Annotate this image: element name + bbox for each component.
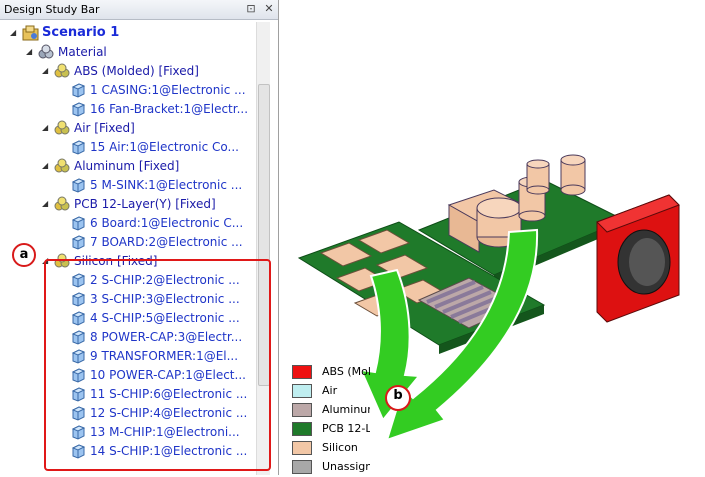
design-study-bar-panel: Design Study Bar ⊡ ✕ ◢ Scenario 1 ◢ Materia… <box>0 0 279 475</box>
pin-icon[interactable]: ⊡ <box>244 2 258 16</box>
material-atoms-icon <box>38 44 54 60</box>
tree-item-label: Material <box>58 45 107 59</box>
material-group-icon <box>54 196 70 212</box>
legend-label: Unassigned <box>322 460 370 473</box>
panel-title: Design Study Bar <box>4 3 100 16</box>
legend-swatch <box>292 384 312 398</box>
tree-item-label: Scenario 1 <box>42 25 120 40</box>
tree-item-label: 16 Fan-Bracket:1@Electr... <box>90 102 249 116</box>
callout-a: a <box>12 243 36 267</box>
collapse-triangle-icon[interactable]: ◢ <box>42 195 52 213</box>
scenario-folder-icon <box>22 25 39 41</box>
part-cube-icon <box>70 234 86 250</box>
tree-item-label: 5 M-SINK:1@Electronic ... <box>90 178 243 192</box>
legend-label: ABS (Molded) <box>322 365 370 378</box>
tree-item-material-group[interactable]: ◢ ABS (Molded) [Fixed] <box>0 62 256 80</box>
legend-swatch <box>292 403 312 417</box>
tree-item-label: 1 CASING:1@Electronic ... <box>90 83 246 97</box>
tree-item-part[interactable]: 6 Board:1@Electronic C... <box>0 214 256 232</box>
legend-swatch <box>292 441 312 455</box>
tree-item-part[interactable]: 7 BOARD:2@Electronic ... <box>0 233 256 251</box>
silicon-highlight-box <box>44 259 271 471</box>
tree-item-part[interactable]: 15 Air:1@Electronic Co... <box>0 138 256 156</box>
collapse-triangle-icon[interactable]: ◢ <box>42 62 52 80</box>
panel-header: Design Study Bar ⊡ ✕ <box>0 0 278 20</box>
legend-swatch <box>292 460 312 474</box>
tree-item-label: Air [Fixed] <box>74 121 135 135</box>
material-group-icon <box>54 63 70 79</box>
tree-item-label: 15 Air:1@Electronic Co... <box>90 140 239 154</box>
legend-swatch <box>292 422 312 436</box>
tree-item-part[interactable]: 1 CASING:1@Electronic ... <box>0 81 256 99</box>
part-cube-icon <box>70 177 86 193</box>
tree-item-scenario[interactable]: ◢ Scenario 1 <box>0 24 256 42</box>
close-icon[interactable]: ✕ <box>262 2 276 16</box>
tree-item-material-group[interactable]: ◢ Aluminum [Fixed] <box>0 157 256 175</box>
tree-item-material-group[interactable]: ◢ Air [Fixed] <box>0 119 256 137</box>
collapse-triangle-icon[interactable]: ◢ <box>42 157 52 175</box>
part-cube-icon <box>70 215 86 231</box>
collapse-triangle-icon[interactable]: ◢ <box>26 43 36 61</box>
tree-item-label: PCB 12-Layer(Y) [Fixed] <box>74 197 216 211</box>
tree-item-material[interactable]: ◢ Material <box>0 43 256 61</box>
material-group-icon <box>54 158 70 174</box>
collapse-triangle-icon[interactable]: ◢ <box>42 119 52 137</box>
part-cube-icon <box>70 101 86 117</box>
tree-item-material-group[interactable]: ◢ PCB 12-Layer(Y) [Fixed] <box>0 195 256 213</box>
legend-label: Aluminum <box>322 403 370 416</box>
tree-item-part[interactable]: 5 M-SINK:1@Electronic ... <box>0 176 256 194</box>
material-legend: ABS (Molded) Air Aluminum PCB 12-Layer(Y) Si… <box>292 364 372 475</box>
legend-swatch <box>292 365 312 379</box>
collapse-triangle-icon[interactable]: ◢ <box>10 24 20 42</box>
tree-item-label: Aluminum [Fixed] <box>74 159 180 173</box>
tree-item-label: 6 Board:1@Electronic C... <box>90 216 244 230</box>
tree-item-part[interactable]: 16 Fan-Bracket:1@Electr... <box>0 100 256 118</box>
part-cube-icon <box>70 82 86 98</box>
legend-label: Silicon <box>322 441 358 454</box>
callout-b: b <box>393 388 403 403</box>
part-cube-icon <box>70 139 86 155</box>
tree-item-label: 7 BOARD:2@Electronic ... <box>90 235 243 249</box>
legend-label: Air <box>322 384 338 397</box>
tree-item-label: ABS (Molded) [Fixed] <box>74 64 199 78</box>
material-group-icon <box>54 120 70 136</box>
legend-label: PCB 12-Layer(Y) <box>322 422 370 435</box>
